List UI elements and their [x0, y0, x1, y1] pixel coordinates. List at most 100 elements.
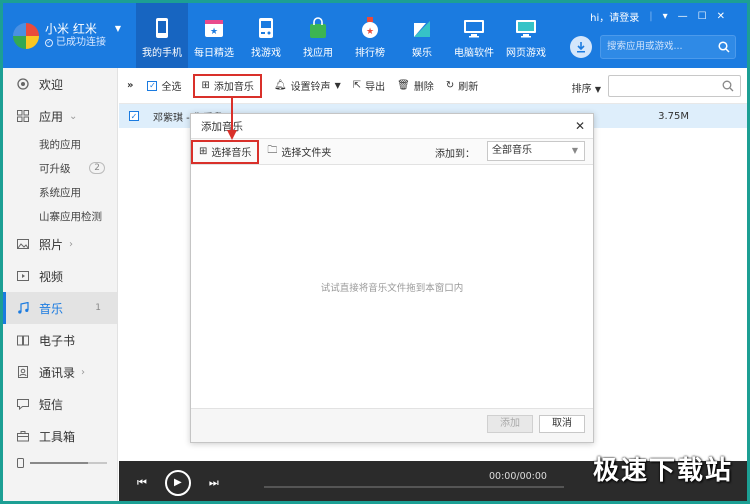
collapse-button[interactable]: »: [127, 80, 133, 91]
button-label: 选择文件夹: [281, 148, 332, 159]
connection-status: 已成功连接: [56, 36, 106, 48]
caret-down-icon[interactable]: ▼: [115, 22, 121, 36]
sort-dropdown[interactable]: 排序 ▼: [572, 80, 601, 95]
menu-icon[interactable]: ▾: [663, 11, 668, 22]
download-icon: [577, 42, 585, 53]
select-music-button[interactable]: ⊞ 选择音乐: [191, 139, 260, 164]
nav-web-games[interactable]: 网页游戏: [500, 3, 552, 68]
close-icon[interactable]: ✕: [575, 119, 585, 133]
window-controls: hi，请登录 | ▾ — ☐ ✕: [580, 9, 725, 24]
nav-label: 网页游戏: [506, 48, 546, 59]
cancel-button[interactable]: 取消: [539, 415, 585, 433]
watermark: 极速下载站: [592, 456, 733, 486]
search-icon[interactable]: [718, 41, 730, 53]
check-icon: ✓: [45, 38, 53, 47]
nav-label: 排行榜: [355, 48, 385, 59]
nav-label: 找游戏: [251, 48, 281, 59]
sidebar-item-photos[interactable]: 照片 ›: [3, 228, 117, 260]
nav-label: 我的手机: [142, 48, 182, 59]
sidebar-subitem-upgradable[interactable]: 可升级 2: [3, 156, 117, 180]
nav-label: 找应用: [303, 48, 333, 59]
playback-progress-bar[interactable]: [264, 486, 564, 488]
toolbar-label: 导出: [365, 82, 386, 93]
sidebar-item-video[interactable]: 视频: [3, 260, 117, 292]
set-ringtone-button[interactable]: 🔔︎ 设置铃声 ▼: [274, 75, 341, 97]
sidebar-item-ebook[interactable]: 电子书: [3, 324, 117, 356]
add-music-button[interactable]: ⊞ 添加音乐: [193, 73, 262, 98]
caret-down-icon: ▼: [334, 81, 341, 90]
add-to-select[interactable]: 全部音乐 ▼: [487, 141, 585, 161]
sidebar-label: 通讯录: [39, 365, 76, 380]
drop-zone[interactable]: 试试直接将音乐文件拖到本窗口内: [191, 165, 593, 409]
sidebar-subitem-my-apps[interactable]: 我的应用: [3, 132, 117, 156]
chevron-right-icon: ›: [81, 366, 86, 378]
sidebar-item-contacts[interactable]: 通讯录 ›: [3, 356, 117, 388]
nav-label: 电脑软件: [454, 48, 494, 59]
delete-button[interactable]: 🗑︎ 删除: [397, 75, 434, 97]
music-search-input[interactable]: [608, 75, 741, 97]
toolbar-label: 删除: [413, 82, 434, 93]
play-button[interactable]: ▶: [164, 469, 191, 496]
download-manager-button[interactable]: [570, 36, 592, 58]
nav-rankings[interactable]: ★ 排行榜: [344, 3, 396, 68]
svg-text:★: ★: [210, 27, 218, 37]
sidebar-item-sms[interactable]: 短信: [3, 388, 117, 420]
sidebar-subitem-fake-app-check[interactable]: 山寨应用检测: [3, 204, 117, 228]
toolbox-icon: [17, 431, 29, 442]
toolbar-label: 设置铃声: [290, 82, 331, 93]
checkbox-checked-icon[interactable]: ✓: [129, 111, 139, 121]
close-icon[interactable]: ✕: [717, 11, 725, 22]
book-icon: [17, 335, 29, 346]
trash-icon: 🗑︎: [397, 80, 410, 91]
photo-icon: [17, 239, 29, 249]
music-toolbar: » ✓ 全选 ⊞ 添加音乐 🔔︎ 设置铃声 ▼ ⇱ 导出 🗑︎ 删除 ↻ 刷新 排序 ▼: [119, 68, 747, 104]
device-switcher[interactable]: 小米 红米 ▼ ✓ 已成功连接: [3, 3, 136, 68]
next-track-icon[interactable]: ⏭︎: [209, 476, 219, 490]
top-search-input[interactable]: 搜索应用或游戏...: [600, 35, 736, 59]
export-button[interactable]: ⇱ 导出: [353, 75, 385, 97]
sidebar-subitem-system-apps[interactable]: 系统应用: [3, 180, 117, 204]
plus-square-icon: ⊞: [199, 146, 208, 157]
checkbox-checked-icon: ✓: [147, 80, 158, 91]
medal-icon: ★: [362, 17, 378, 38]
toolbar-label: 添加音乐: [213, 82, 254, 93]
top-search-placeholder: 搜索应用或游戏...: [607, 41, 683, 52]
nav-entertainment[interactable]: 娱乐: [396, 3, 448, 68]
toolbar-label: 全选: [161, 82, 182, 93]
sidebar-label: 我的应用: [39, 138, 81, 151]
sidebar-item-toolbox[interactable]: 工具箱: [3, 420, 117, 452]
add-button[interactable]: 添加: [487, 415, 533, 433]
button-label: 选择音乐: [211, 148, 252, 159]
app-window: 小米 红米 ▼ ✓ 已成功连接 我的手机 ★ 每日精选 找游戏 找应用 ★ 排行…: [0, 0, 750, 504]
login-link[interactable]: hi，请登录: [590, 9, 639, 24]
plus-square-icon: ⊞: [201, 80, 210, 91]
device-logo-icon: [13, 22, 39, 49]
nav-find-apps[interactable]: 找应用: [292, 3, 344, 68]
dialog-toolbar: ⊞ 选择音乐 🗀︎ 选择文件夹 添加到： 全部音乐 ▼: [191, 139, 593, 165]
nav-my-phone[interactable]: 我的手机: [136, 3, 188, 68]
welcome-icon: [17, 78, 29, 90]
shopping-bag-icon: [310, 17, 326, 38]
sidebar-item-music[interactable]: 音乐 1: [3, 292, 117, 324]
entertainment-icon: [414, 21, 430, 37]
sidebar-label: 系统应用: [39, 186, 81, 199]
sidebar-item-welcome[interactable]: 欢迎: [3, 68, 117, 100]
nav-daily-picks[interactable]: ★ 每日精选: [188, 3, 240, 68]
nav-pc-software[interactable]: 电脑软件: [448, 3, 500, 68]
refresh-button[interactable]: ↻ 刷新: [446, 75, 478, 97]
nav-find-games[interactable]: 找游戏: [240, 3, 292, 68]
count-badge: 2: [89, 162, 105, 174]
storage-bar: [30, 462, 107, 464]
select-all-checkbox[interactable]: ✓ 全选: [147, 75, 181, 97]
minimize-icon[interactable]: —: [678, 11, 688, 22]
export-icon: ⇱: [352, 80, 362, 91]
search-icon[interactable]: [722, 80, 734, 92]
sidebar-label: 视频: [39, 269, 64, 284]
maximize-icon[interactable]: ☐: [698, 11, 707, 22]
sidebar-item-apps[interactable]: 应用 ⌄: [3, 100, 117, 132]
sidebar-label: 可升级: [39, 162, 71, 175]
refresh-icon: ↻: [445, 80, 455, 91]
select-folder-button[interactable]: 🗀︎ 选择文件夹: [267, 143, 331, 160]
dialog-footer: 添加 取消: [191, 409, 593, 442]
previous-track-icon[interactable]: ⏮︎: [137, 476, 147, 490]
